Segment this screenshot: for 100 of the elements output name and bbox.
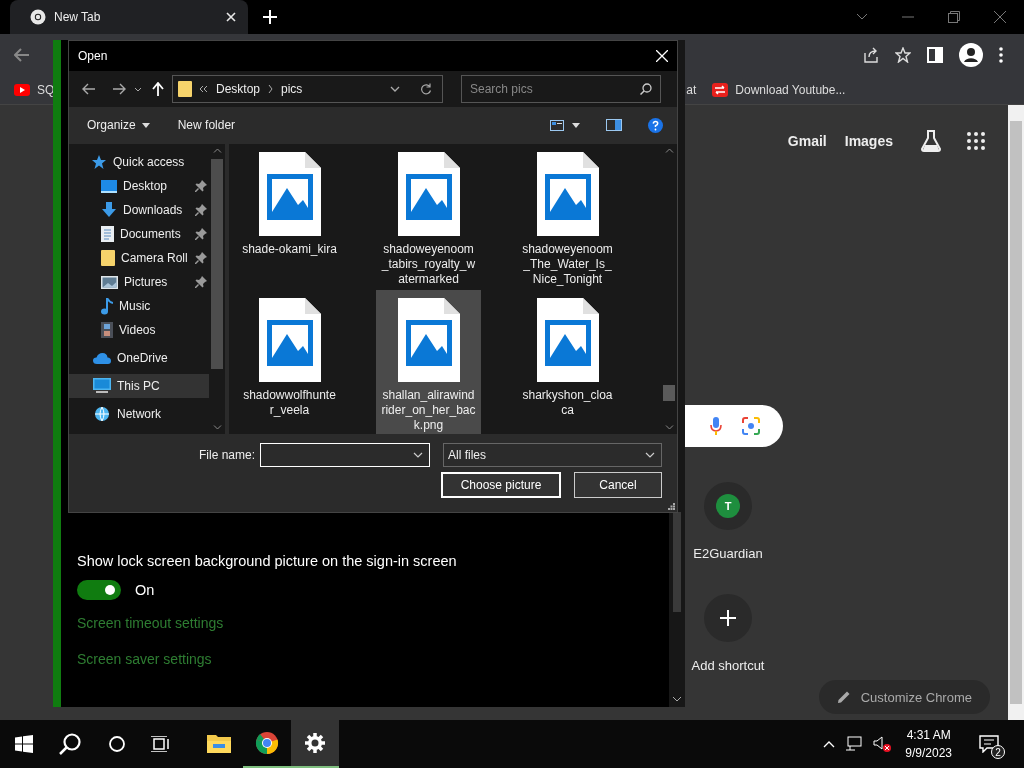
pin-icon[interactable] bbox=[195, 252, 207, 264]
nav-item[interactable]: Music bbox=[69, 294, 209, 318]
settings-link[interactable]: Screen saver settings bbox=[77, 651, 669, 667]
search-icon[interactable] bbox=[59, 733, 81, 755]
nav-item[interactable]: Desktop bbox=[69, 174, 209, 198]
file-item[interactable]: shadoweyenoom_The_Water_Is_Nice_Tonight bbox=[515, 144, 620, 290]
caret-icon[interactable] bbox=[134, 86, 142, 92]
play-logo-icon bbox=[14, 84, 30, 96]
caret-icon[interactable] bbox=[390, 86, 400, 92]
restore-icon[interactable] bbox=[948, 11, 960, 23]
view-options-icon[interactable] bbox=[550, 119, 564, 131]
shortcut-tile[interactable]: T E2Guardian bbox=[684, 482, 772, 563]
preview-pane-icon[interactable] bbox=[606, 119, 622, 131]
toggle-switch[interactable] bbox=[77, 580, 121, 600]
file-item[interactable]: shadowwolfhunter_veela bbox=[237, 290, 342, 434]
header-link[interactable]: Gmail bbox=[787, 133, 827, 149]
file-item[interactable]: shade-okami_kira bbox=[237, 144, 342, 290]
up-arrow-icon[interactable] bbox=[152, 82, 164, 96]
plus-icon bbox=[720, 610, 736, 626]
nav-item[interactable]: OneDrive bbox=[69, 346, 209, 370]
tab-title: New Tab bbox=[54, 10, 102, 24]
pin-icon[interactable] bbox=[195, 180, 207, 192]
bookmark[interactable]: at bbox=[686, 83, 697, 97]
share-icon[interactable] bbox=[863, 47, 879, 63]
cloud-icon bbox=[93, 352, 111, 364]
shortcut-tile[interactable]: Add shortcut bbox=[684, 594, 772, 675]
organize-menu[interactable]: Organize bbox=[81, 114, 156, 136]
customize-chrome-button[interactable]: Customize Chrome bbox=[818, 680, 990, 714]
profile-icon[interactable] bbox=[959, 43, 983, 67]
clock-date[interactable]: 9/9/2023 bbox=[905, 744, 952, 762]
file-item[interactable]: shadoweyenoom_tabirs_royalty_watermarked bbox=[376, 144, 481, 290]
forward-icon[interactable] bbox=[112, 83, 126, 95]
caret-icon[interactable] bbox=[856, 13, 868, 21]
toggle-state-label: On bbox=[135, 582, 155, 598]
menu-icon[interactable] bbox=[999, 47, 1003, 63]
close-tab-icon[interactable] bbox=[226, 12, 236, 22]
flask-icon[interactable] bbox=[921, 130, 941, 152]
breadcrumb-item[interactable]: pics bbox=[281, 82, 303, 96]
search-field[interactable]: Search pics bbox=[461, 75, 661, 103]
nav-item[interactable]: Videos bbox=[69, 318, 209, 342]
taskbar-app[interactable] bbox=[291, 720, 339, 768]
scrollbar-thumb[interactable] bbox=[211, 159, 223, 369]
chrome-logo-icon bbox=[255, 731, 279, 755]
folder-icon bbox=[178, 81, 192, 97]
clock-time[interactable]: 4:31 AM bbox=[906, 726, 951, 744]
nav-item[interactable]: Documents bbox=[69, 222, 209, 246]
folder-icon bbox=[101, 250, 115, 266]
apps-grid-icon[interactable] bbox=[967, 132, 985, 150]
back-icon[interactable] bbox=[14, 48, 30, 62]
windows-logo-icon[interactable] bbox=[15, 735, 33, 753]
help-icon[interactable] bbox=[648, 117, 663, 133]
image-file-icon bbox=[258, 298, 321, 382]
back-icon[interactable] bbox=[82, 83, 96, 95]
pin-icon[interactable] bbox=[195, 228, 207, 240]
scroll-down-icon[interactable] bbox=[672, 696, 682, 702]
dialog-button[interactable]: Cancel bbox=[574, 472, 662, 498]
settings-link[interactable]: Screen timeout settings bbox=[77, 615, 669, 631]
bookmark[interactable]: Download Youtube... bbox=[712, 83, 846, 97]
image-file-icon bbox=[536, 152, 599, 236]
new-tab-icon[interactable] bbox=[263, 10, 277, 24]
side-panel-icon[interactable] bbox=[927, 47, 943, 63]
nav-item[interactable]: This PC bbox=[69, 374, 209, 398]
gear-icon bbox=[304, 732, 326, 754]
nav-item[interactable]: Camera Roll bbox=[69, 246, 209, 270]
scrollbar[interactable] bbox=[1008, 105, 1024, 720]
refresh-icon[interactable] bbox=[420, 83, 432, 95]
address-bar[interactable]: Desktop pics bbox=[172, 75, 443, 103]
search-icon[interactable] bbox=[640, 83, 652, 95]
browser-tab[interactable]: New Tab bbox=[10, 0, 248, 34]
caret-icon[interactable] bbox=[572, 122, 580, 128]
nav-item[interactable]: Network bbox=[69, 402, 209, 426]
header-link[interactable]: Images bbox=[844, 133, 893, 149]
file-type-dropdown[interactable]: All files bbox=[443, 443, 663, 467]
scrollbar-thumb[interactable] bbox=[673, 512, 681, 612]
file-name-field[interactable] bbox=[260, 443, 431, 467]
speaker-muted-icon[interactable] bbox=[873, 736, 892, 752]
caret-icon[interactable] bbox=[413, 452, 424, 458]
circle-icon[interactable] bbox=[109, 736, 125, 752]
file-item[interactable]: sharkyshon_cloaca bbox=[515, 290, 620, 434]
new-folder-button[interactable]: New folder bbox=[171, 114, 242, 136]
network-icon bbox=[93, 406, 111, 422]
resize-grip-icon[interactable] bbox=[668, 503, 675, 510]
task-view-icon[interactable] bbox=[151, 736, 169, 752]
pin-icon[interactable] bbox=[195, 276, 207, 288]
scrollbar-thumb[interactable] bbox=[663, 385, 675, 401]
nav-item[interactable]: Pictures bbox=[69, 270, 209, 294]
nav-item[interactable]: Quick access bbox=[69, 150, 209, 174]
file-item[interactable]: shallan_alirawindrider_on_her_back.png bbox=[376, 290, 481, 434]
nav-item[interactable]: Downloads bbox=[69, 198, 209, 222]
double-chevron-icon bbox=[200, 86, 208, 92]
breadcrumb-item[interactable]: Desktop bbox=[216, 82, 261, 96]
network-icon[interactable] bbox=[845, 736, 864, 752]
star-icon[interactable] bbox=[895, 47, 911, 63]
camera-lens-icon[interactable] bbox=[742, 417, 760, 435]
pin-icon[interactable] bbox=[195, 204, 207, 216]
microphone-icon[interactable] bbox=[710, 417, 722, 435]
caret-up-icon[interactable] bbox=[823, 740, 836, 748]
image-file-icon bbox=[536, 298, 599, 382]
dialog-button[interactable]: Choose picture bbox=[441, 472, 561, 498]
notification-center-button[interactable]: 2 bbox=[972, 728, 1006, 760]
